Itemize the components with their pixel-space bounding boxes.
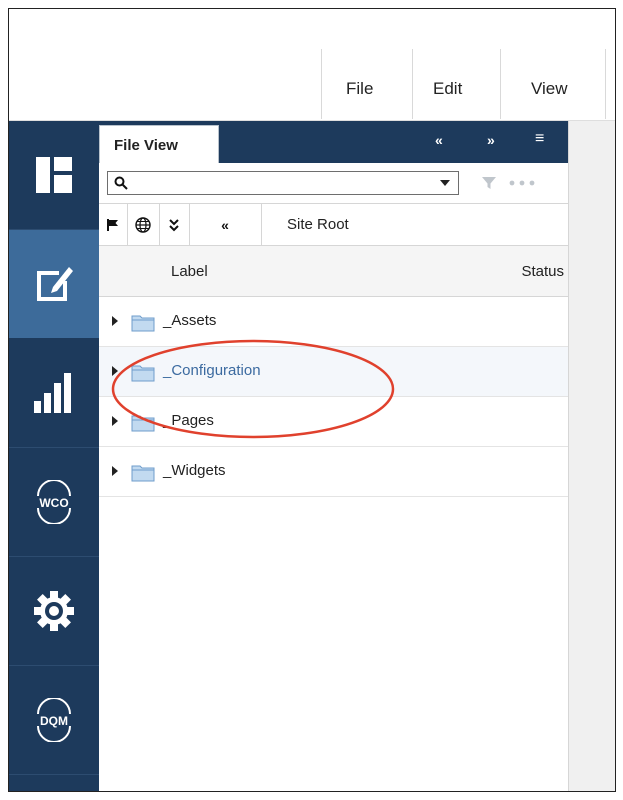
flag-button[interactable] — [99, 204, 128, 246]
folder-icon — [131, 415, 155, 432]
tree-row-assets[interactable]: _Assets — [99, 297, 568, 347]
menu-separator — [605, 49, 606, 119]
menu-separator — [500, 49, 501, 119]
app-window: File Edit View WCO DQM File View « » ≡ «… — [8, 8, 616, 792]
tree-row-label: _Widgets — [163, 462, 226, 479]
collapse-tree-button[interactable]: « — [189, 204, 262, 246]
filter-icon[interactable] — [481, 175, 497, 191]
dqm-icon: DQM — [37, 698, 71, 742]
left-nav-rail: WCO DQM — [9, 121, 99, 791]
expand-arrow-icon[interactable] — [112, 466, 118, 476]
collapse-left-icon[interactable]: « — [435, 132, 443, 148]
expand-all-button[interactable] — [159, 204, 190, 246]
search-input[interactable] — [132, 174, 416, 194]
tree-row-widgets[interactable]: _Widgets — [99, 447, 568, 497]
gear-icon — [34, 591, 74, 631]
rail-divider — [9, 774, 99, 775]
content-area — [568, 121, 615, 791]
site-root-breadcrumb[interactable]: Site Root — [287, 216, 349, 233]
folder-icon — [131, 465, 155, 482]
rail-item-layout[interactable] — [9, 121, 99, 229]
menu-edit[interactable]: Edit — [433, 79, 462, 99]
svg-text:DQM: DQM — [40, 714, 68, 728]
menu-file[interactable]: File — [346, 79, 373, 99]
expand-arrow-icon[interactable] — [112, 316, 118, 326]
globe-button[interactable] — [127, 204, 160, 246]
analytics-icon — [34, 373, 71, 413]
panel-menu-icon[interactable]: ≡ — [535, 130, 544, 148]
column-header: Label Status — [99, 245, 568, 297]
search-box[interactable] — [107, 171, 459, 195]
tree-row-pages[interactable]: _Pages — [99, 397, 568, 447]
flag-icon — [107, 219, 118, 231]
expand-arrow-icon[interactable] — [112, 416, 118, 426]
search-icon — [114, 176, 128, 190]
globe-icon — [135, 217, 151, 233]
panel-header: File View « » ≡ — [99, 121, 568, 163]
expand-arrow-icon[interactable] — [112, 366, 118, 376]
tree-row-configuration[interactable]: _Configuration — [99, 347, 568, 397]
rail-item-analytics[interactable] — [9, 339, 99, 447]
tree-row-label: _Configuration — [163, 362, 261, 379]
collapse-right-icon[interactable]: » — [487, 132, 495, 148]
tree-row-label: _Pages — [163, 412, 214, 429]
folder-icon — [131, 315, 155, 332]
rail-item-settings[interactable] — [9, 557, 99, 665]
double-chevron-left-icon: « — [221, 217, 229, 233]
search-row — [99, 163, 568, 203]
menu-view[interactable]: View — [531, 79, 568, 99]
tab-file-view[interactable]: File View — [99, 125, 219, 163]
column-label[interactable]: Label — [171, 263, 208, 280]
tree-row-label: _Assets — [163, 312, 217, 329]
wco-icon: WCO — [37, 480, 71, 524]
search-dropdown-icon[interactable] — [440, 180, 450, 186]
menu-separator — [412, 49, 413, 119]
menubar: File Edit View — [9, 9, 615, 121]
svg-text:WCO: WCO — [39, 496, 68, 510]
more-options-icon[interactable] — [509, 180, 535, 186]
rail-item-wco[interactable]: WCO — [9, 448, 99, 556]
rail-item-edit[interactable] — [9, 230, 99, 338]
layout-icon — [36, 157, 72, 193]
edit-icon — [37, 267, 73, 301]
tree-toolbar: « Site Root — [99, 203, 568, 246]
folder-icon — [131, 365, 155, 382]
menu-separator — [321, 49, 322, 119]
rail-item-dqm[interactable]: DQM — [9, 666, 99, 774]
column-status[interactable]: Status — [521, 263, 564, 280]
file-view-panel: File View « » ≡ « Site Root Label Status… — [99, 121, 568, 791]
double-chevron-down-icon — [169, 219, 179, 232]
